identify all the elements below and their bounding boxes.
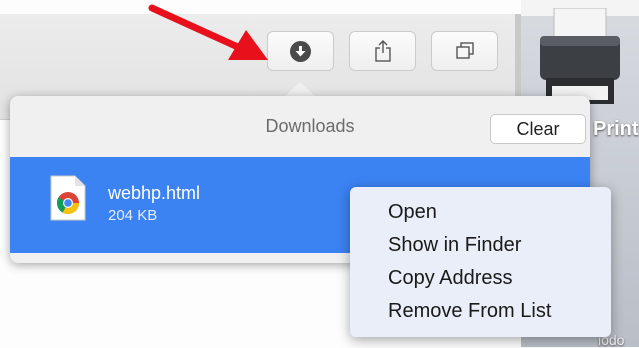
download-file-size: 204 KB (108, 207, 158, 224)
clear-button[interactable]: Clear (490, 114, 586, 144)
tab-overview-button[interactable] (431, 31, 498, 71)
download-file-name: webhp.html (108, 183, 201, 203)
printer-icon[interactable] (540, 8, 620, 108)
context-menu: Open Show in Finder Copy Address Remove … (350, 187, 611, 337)
menu-item-remove-from-list[interactable]: Remove From List (350, 295, 611, 328)
share-icon (374, 40, 391, 62)
chrome-html-file-icon (50, 175, 86, 221)
download-circle-icon (290, 40, 311, 62)
menu-item-copy-address[interactable]: Copy Address (350, 262, 611, 295)
red-arrow-annotation (148, 4, 268, 60)
menu-item-open[interactable]: Open (350, 196, 611, 229)
menu-item-show-in-finder[interactable]: Show in Finder (350, 229, 611, 262)
share-button[interactable] (349, 31, 416, 71)
popover-caret (284, 82, 316, 97)
tabs-icon (455, 42, 474, 59)
